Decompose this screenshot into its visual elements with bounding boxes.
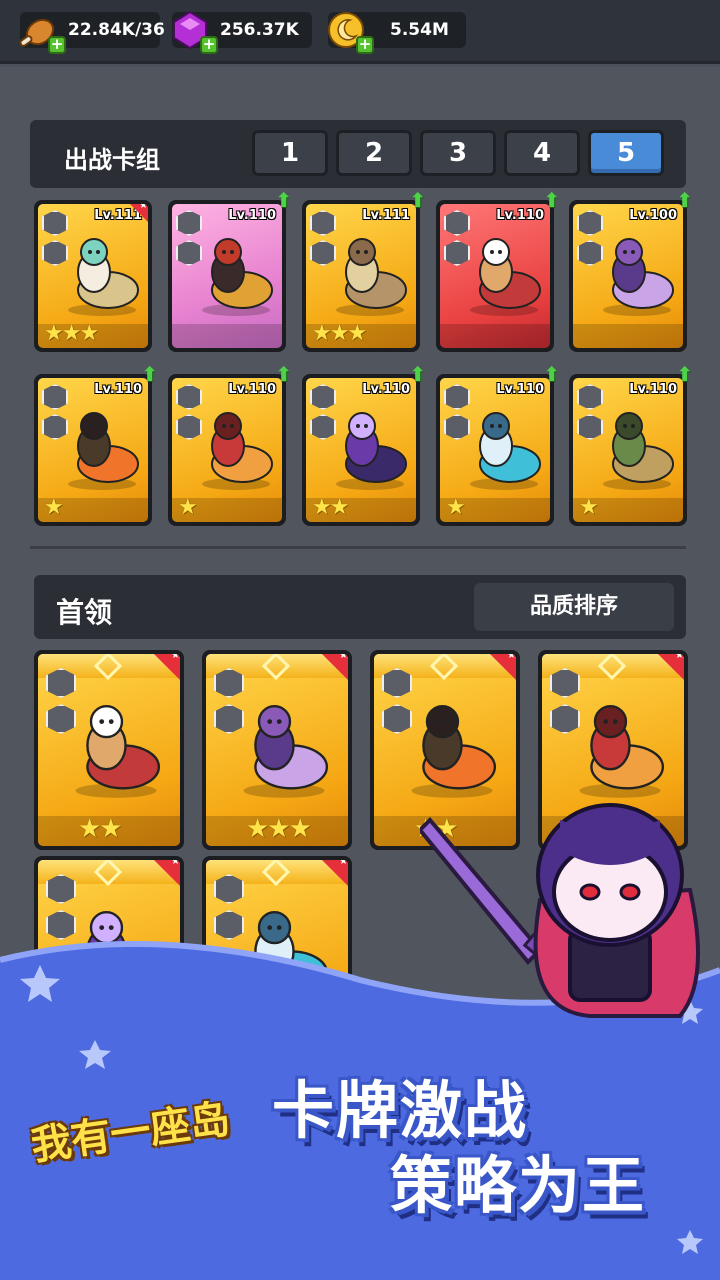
hero-portrait (194, 406, 278, 492)
card-level: Lv.110 (228, 382, 276, 397)
hero-portrait (595, 406, 679, 492)
card-face: Lv.100 (573, 204, 683, 348)
upgrade-arrow-icon: ⬆ (543, 188, 560, 212)
upgrade-arrow-icon: ⬆ (676, 188, 693, 212)
hero-portrait (328, 406, 412, 492)
card-level: Lv.100 (629, 208, 677, 223)
add-food-button[interactable]: + (48, 36, 66, 54)
food-value: 22.84K/36 (68, 20, 165, 40)
coin-resource[interactable]: + 5.54M (328, 12, 466, 54)
hero-portrait (595, 232, 679, 318)
gem-resource[interactable]: + 256.37K (172, 10, 312, 54)
star-rating-icon: ★★★ (246, 814, 312, 844)
quality-sort-button[interactable]: 品质排序 (474, 583, 674, 631)
deck-card[interactable]: Lv.100 ⬆ (569, 188, 693, 352)
hero-portrait (66, 694, 166, 804)
leader-bar: 首领 品质排序 (34, 575, 686, 639)
upgrade-arrow-icon: ⬆ (141, 362, 158, 386)
deck-card[interactable]: Lv.110 ★★ ⬆ (302, 362, 426, 526)
deck-card[interactable]: Lv.110 ★ ⬆ (168, 362, 292, 526)
card-face: ★★ (38, 654, 180, 846)
hero-portrait (462, 406, 546, 492)
card-face: Lv.111 ★★★ (38, 204, 148, 348)
star-rating-icon: ★ (178, 495, 198, 520)
card-face: Lv.110 ★ (38, 378, 148, 522)
card-footer (573, 324, 683, 348)
upgrade-arrow-icon: ⬆ (543, 362, 560, 386)
hero-portrait (462, 232, 546, 318)
upgrade-arrow-icon: ⬆ (275, 188, 292, 212)
deck-tab-4[interactable]: 4 (504, 130, 580, 176)
star-rating-icon: ★ (446, 495, 466, 520)
card-face: Lv.110 (440, 204, 550, 348)
add-coin-button[interactable]: + (356, 36, 374, 54)
star-rating-icon: ★★★ (44, 321, 99, 346)
deck-tab-5[interactable]: 5 (588, 130, 664, 176)
leader-card[interactable]: ★★★ (202, 650, 352, 850)
deck-card[interactable]: Lv.110 ★ ⬆ (34, 362, 158, 526)
card-level: Lv.110 (496, 208, 544, 223)
hero-portrait (60, 406, 144, 492)
card-face: Lv.110 ★ (440, 378, 550, 522)
leader-title: 首领 (56, 596, 113, 629)
deck-card[interactable]: Lv.110 ★ ⬆ (569, 362, 693, 526)
card-face: Lv.111 ★★★ (306, 204, 416, 348)
deck-title: 出战卡组 (64, 146, 160, 174)
hero-portrait (234, 694, 334, 804)
star-rating-icon: ★★ (78, 814, 123, 844)
card-level: Lv.110 (228, 208, 276, 223)
card-face: Lv.110 ★ (172, 378, 282, 522)
hero-portrait (328, 232, 412, 318)
resource-bar: + 22.84K/36 + 256.37K + 5.54M (0, 0, 720, 64)
deck-card[interactable]: Lv.111 ★★★ (34, 200, 152, 352)
vampire-mascot-illustration (420, 803, 700, 1018)
food-resource[interactable]: + 22.84K/36 (19, 12, 165, 54)
card-face: Lv.110 ★ (573, 378, 683, 522)
promo-slogan-line2: 策略为王 (390, 1149, 647, 1222)
card-level: Lv.111 (362, 208, 410, 223)
star-rating-icon: ★ (579, 495, 599, 520)
card-level: Lv.110 (362, 382, 410, 397)
deck-tab-1[interactable]: 1 (252, 130, 328, 176)
hero-portrait (194, 232, 278, 318)
hero-portrait (60, 232, 144, 318)
leader-card[interactable]: ★★ (34, 650, 184, 850)
gem-value: 256.37K (220, 20, 299, 40)
star-rating-icon: ★★★ (312, 321, 367, 346)
deck-bar: 出战卡组 1 2 3 4 5 (30, 120, 686, 188)
deck-card[interactable]: Lv.111 ★★★ ⬆ (302, 188, 426, 352)
deck-tab-2[interactable]: 2 (336, 130, 412, 176)
card-footer (440, 324, 550, 348)
add-gem-button[interactable]: + (200, 36, 218, 54)
section-divider (30, 546, 686, 549)
card-level: Lv.111 (94, 208, 142, 223)
card-face: Lv.110 ★★ (306, 378, 416, 522)
star-rating-icon: ★ (44, 495, 64, 520)
card-footer (172, 324, 282, 348)
upgrade-arrow-icon: ⬆ (275, 362, 292, 386)
deck-tab-3[interactable]: 3 (420, 130, 496, 176)
upgrade-arrow-icon: ⬆ (409, 362, 426, 386)
coin-value: 5.54M (390, 20, 449, 40)
upgrade-arrow-icon: ⬆ (676, 362, 693, 386)
deck-card[interactable]: Lv.110 ⬆ (436, 188, 560, 352)
card-face: ★★★ (206, 654, 348, 846)
card-face: Lv.110 (172, 204, 282, 348)
deck-card[interactable]: Lv.110 ★ ⬆ (436, 362, 560, 526)
upgrade-arrow-icon: ⬆ (409, 188, 426, 212)
deck-card[interactable]: Lv.110 ⬆ (168, 188, 292, 352)
card-level: Lv.110 (94, 382, 142, 397)
card-level: Lv.110 (629, 382, 677, 397)
star-rating-icon: ★★ (312, 495, 349, 520)
card-level: Lv.110 (496, 382, 544, 397)
